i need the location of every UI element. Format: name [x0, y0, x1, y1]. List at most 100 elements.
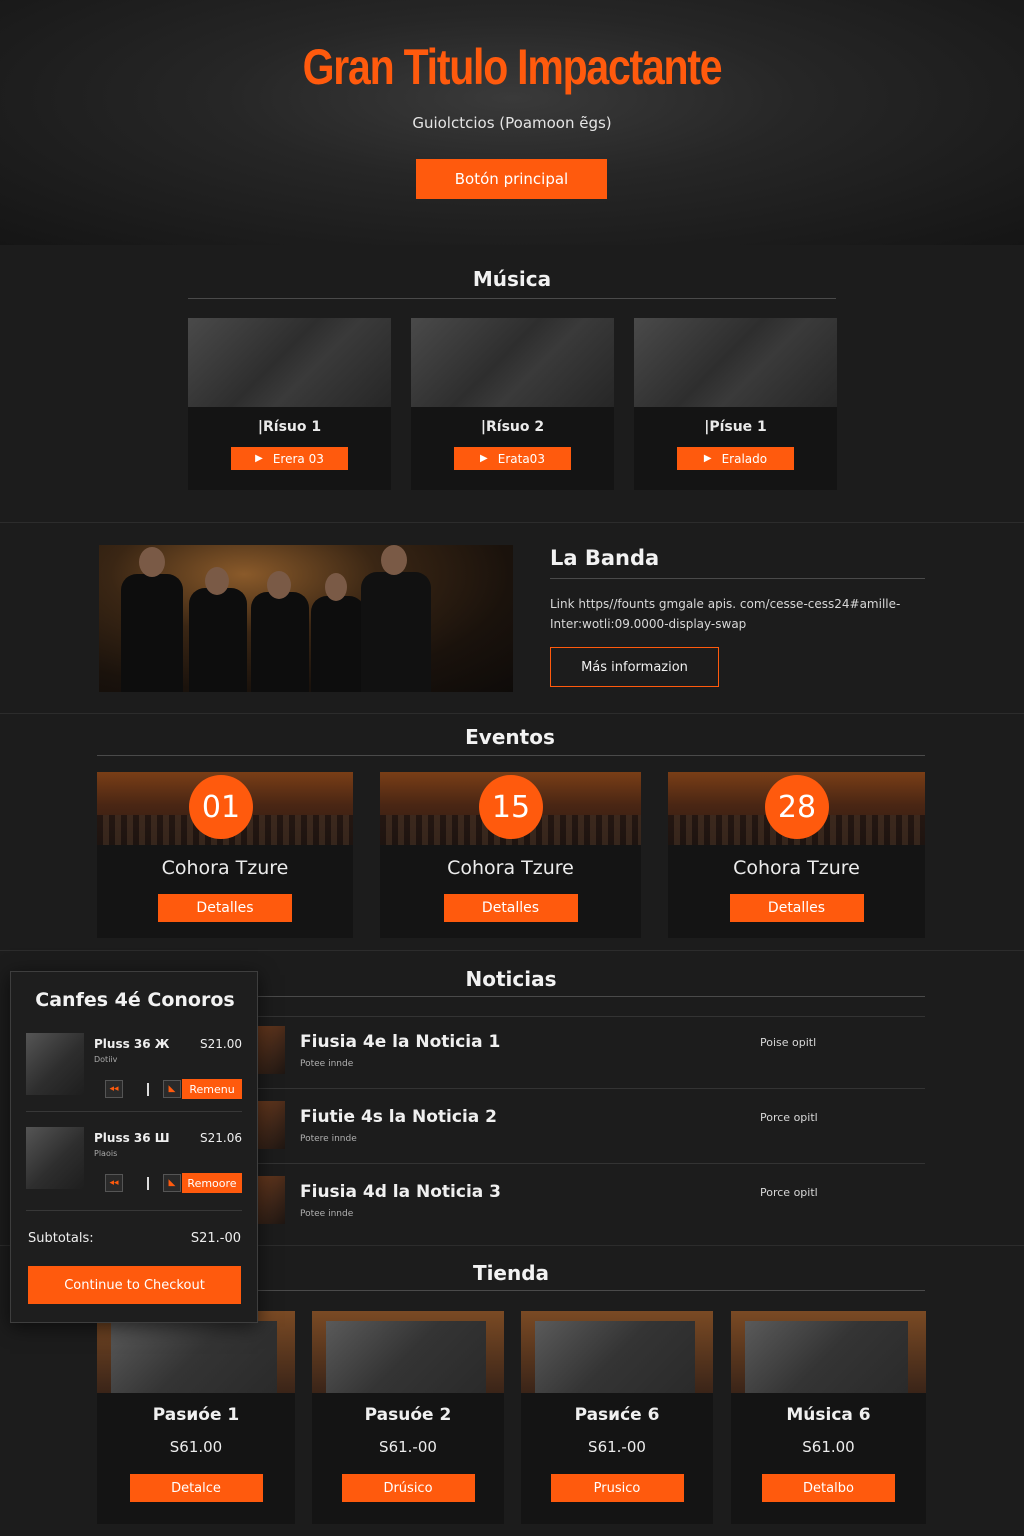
product-card: Música 6 S61.00 Detalbo: [731, 1311, 926, 1524]
product-button[interactable]: Detalbo: [762, 1474, 895, 1502]
music-card: |Rísuo 2 ▶ Erata03: [411, 318, 614, 490]
music-rule: [188, 298, 836, 299]
play-icon: ▶: [703, 453, 712, 464]
music-title: Música: [472, 267, 552, 291]
cart-item: Pluss 36 Ш S21.06 Plaois ◂◂ ◣ Remoore: [26, 1127, 242, 1207]
band-member-head: [205, 567, 229, 595]
news-separator: [257, 1163, 925, 1164]
cart-item-variant: Plaois: [94, 1149, 118, 1158]
music-thumbnail: [634, 318, 837, 407]
product-button[interactable]: Detalce: [129, 1474, 263, 1502]
product-name: Pasиóe 1: [152, 1405, 240, 1425]
cart-panel: Canfes 4é Conoros Pluss 36 Ж S21.00 Doti…: [10, 971, 258, 1323]
band-member: [251, 592, 309, 692]
news-rule: [257, 996, 925, 997]
music-card: |Rísuo 1 ▶ Erera 03: [188, 318, 391, 490]
hero-subtitle: Guiolctcios (Poamoon ẽgs): [412, 114, 612, 132]
news-read-link[interactable]: Porce opitl: [760, 1111, 818, 1124]
music-play-label: Erata03: [497, 451, 545, 466]
section-divider: [0, 522, 1024, 523]
more-info-button[interactable]: Más informazion: [550, 647, 719, 687]
section-divider: [0, 713, 1024, 714]
product-card: Pasиće 6 S61.-00 Prusico: [521, 1311, 713, 1524]
band-member: [361, 572, 431, 692]
hero-banner: Gran Titulo Impactante Guiolctcios (Poam…: [0, 0, 1024, 245]
product-button[interactable]: Drúsico: [341, 1474, 475, 1502]
product-image: [312, 1311, 504, 1393]
subtotal-value: S21.-00: [190, 1231, 241, 1246]
news-item[interactable]: Fiutie 4s la Noticia 2 Potere innde Porc…: [257, 1091, 925, 1165]
event-details-button[interactable]: Detalles: [729, 894, 864, 922]
band-member-head: [325, 573, 347, 601]
music-play-button[interactable]: ▶ Erata03: [454, 447, 571, 470]
news-meta: Potee innde: [300, 1059, 354, 1069]
band-member-head: [381, 545, 407, 575]
band-member: [121, 574, 183, 692]
decrease-quantity-button[interactable]: ◂◂: [105, 1174, 123, 1192]
play-icon: ▶: [480, 453, 488, 464]
event-name: Cohora Tzure: [447, 857, 574, 879]
news-meta: Potere innde: [300, 1134, 357, 1144]
play-icon: ▶: [255, 453, 263, 464]
product-name: Pasuóe 2: [364, 1405, 452, 1425]
event-name: Cohora Tzure: [161, 857, 289, 879]
shop-rule: [257, 1290, 925, 1291]
shop-title: Tienda: [472, 1261, 550, 1285]
event-details-button[interactable]: Detalles: [443, 894, 578, 922]
band-photo: [99, 545, 513, 692]
product-image: [731, 1311, 926, 1393]
product-price: S61.00: [169, 1438, 223, 1456]
news-item[interactable]: Fiusia 4e la Noticia 1 Potee innde Poise…: [257, 1016, 925, 1090]
band-member: [189, 588, 247, 692]
cart-item-variant: Dotiiv: [94, 1055, 118, 1064]
music-name: |Písue 1: [704, 419, 767, 435]
news-headline[interactable]: Fiusia 4e la Noticia 1: [300, 1032, 500, 1052]
subtotal-label: Subtotals:: [28, 1231, 94, 1246]
hero-title: Gran Titulo Impactante: [302, 39, 723, 95]
event-date-badge: 15: [479, 775, 543, 839]
news-read-link[interactable]: Porce opitl: [760, 1186, 818, 1199]
product-button[interactable]: Prusico: [550, 1474, 684, 1502]
cart-item-price: S21.06: [200, 1131, 242, 1145]
product-price: S61.00: [802, 1438, 855, 1456]
news-item[interactable]: Fiusia 4d la Noticia 3 Potee innde Porce…: [257, 1166, 925, 1240]
remove-item-button[interactable]: Remoore: [182, 1173, 242, 1193]
primary-button[interactable]: Botón principal: [416, 159, 607, 199]
band-description: Link https//founts gmgale apis. com/cess…: [550, 594, 930, 634]
cart-separator: [26, 1210, 242, 1211]
event-name: Cohora Tzure: [733, 857, 860, 879]
decrease-quantity-button[interactable]: ◂◂: [105, 1080, 123, 1098]
band-member: [311, 596, 365, 692]
news-meta: Potee innde: [300, 1209, 354, 1219]
news-headline[interactable]: Fiutie 4s la Noticia 2: [300, 1107, 497, 1127]
product-card: Pasuóe 2 S61.-00 Drúsico: [312, 1311, 504, 1524]
product-price: S61.-00: [379, 1438, 437, 1456]
cart-item-name: Pluss 36 Ж: [94, 1037, 170, 1051]
increase-quantity-button[interactable]: ◣: [163, 1174, 181, 1192]
news-title: Noticias: [465, 967, 557, 991]
increase-quantity-button[interactable]: ◣: [163, 1080, 181, 1098]
quantity-divider: [147, 1083, 149, 1096]
product-name: Música 6: [786, 1405, 871, 1425]
product-image: [521, 1311, 713, 1393]
news-thumbnail: [257, 1026, 285, 1074]
cart-title: Canfes 4é Conoros: [35, 989, 235, 1011]
music-play-label: Eralado: [721, 451, 768, 466]
cart-item-name: Pluss 36 Ш: [94, 1131, 170, 1145]
music-play-button[interactable]: ▶ Eralado: [677, 447, 794, 470]
news-separator: [257, 1088, 925, 1089]
cart-item: Pluss 36 Ж S21.00 Dotiiv ◂◂ ◣ Remenu: [26, 1033, 242, 1113]
band-text-line: Link https//founts gmgale apis. com/cess…: [550, 597, 901, 611]
event-details-button[interactable]: Detalles: [158, 894, 292, 922]
checkout-button[interactable]: Continue to Checkout: [28, 1266, 241, 1304]
remove-item-button[interactable]: Remenu: [182, 1079, 242, 1099]
news-headline[interactable]: Fiusia 4d la Noticia 3: [300, 1182, 501, 1202]
music-play-button[interactable]: ▶ Erera 03: [231, 447, 348, 470]
music-thumbnail: [188, 318, 391, 407]
cart-separator: [26, 1111, 242, 1112]
news-thumbnail: [257, 1101, 285, 1149]
cart-item-thumbnail: [26, 1127, 84, 1189]
cart-item-thumbnail: [26, 1033, 84, 1095]
news-read-link[interactable]: Poise opitl: [760, 1036, 816, 1049]
section-divider: [0, 950, 1024, 951]
